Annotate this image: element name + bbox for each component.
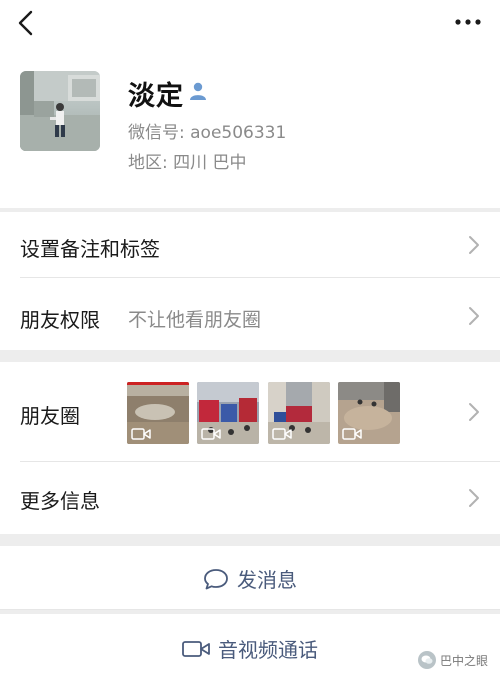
chevron-right-icon	[469, 403, 479, 421]
moments-thumbnail[interactable]	[268, 382, 330, 444]
friend-permission-row[interactable]: 朋友权限 不让他看朋友圈	[0, 278, 500, 350]
permission-value: 不让他看朋友圈	[128, 309, 262, 331]
video-camera-icon	[131, 428, 151, 440]
watermark-text: 巴中之眼	[439, 653, 488, 668]
moments-label: 朋友圈	[20, 404, 80, 428]
wechat-id: 微信号: aoe506331	[128, 123, 287, 143]
row-divider	[0, 609, 500, 610]
top-nav-bar	[0, 0, 500, 48]
voice-video-call-label: 音视频通话	[218, 638, 318, 662]
chat-bubble-icon	[204, 568, 228, 589]
more-info-label: 更多信息	[20, 489, 100, 513]
moments-thumbnail[interactable]	[338, 382, 400, 444]
watermark: 巴中之眼	[417, 651, 488, 669]
profile-header: 淡定 微信号: aoe506331 地区: 四川 巴中	[0, 48, 500, 208]
voice-video-call-button[interactable]: 音视频通话	[0, 614, 500, 685]
person-icon	[190, 82, 206, 100]
moments-thumbnail[interactable]	[197, 382, 259, 444]
moments-row[interactable]: 朋友圈	[0, 362, 500, 462]
permission-label: 朋友权限	[20, 308, 100, 332]
video-camera-icon	[201, 428, 221, 440]
moments-thumbnail[interactable]	[127, 382, 189, 444]
chevron-right-icon	[469, 236, 479, 254]
chevron-right-icon	[469, 489, 479, 507]
send-message-button[interactable]: 发消息	[0, 546, 500, 610]
video-camera-icon	[342, 428, 362, 440]
more-options-icon[interactable]	[454, 14, 482, 30]
more-info-row[interactable]: 更多信息	[0, 462, 500, 534]
back-arrow-icon[interactable]	[14, 8, 38, 38]
video-camera-icon	[272, 428, 292, 440]
chevron-right-icon	[469, 307, 479, 325]
video-call-icon	[182, 640, 210, 657]
remark-label: 设置备注和标签	[20, 237, 160, 261]
avatar[interactable]	[20, 71, 100, 151]
wechat-logo-icon	[417, 651, 436, 669]
nickname: 淡定	[128, 81, 184, 112]
remark-and-tags-row[interactable]: 设置备注和标签	[0, 212, 500, 278]
send-message-label: 发消息	[237, 568, 297, 592]
region-text: 地区: 四川 巴中	[128, 153, 247, 173]
